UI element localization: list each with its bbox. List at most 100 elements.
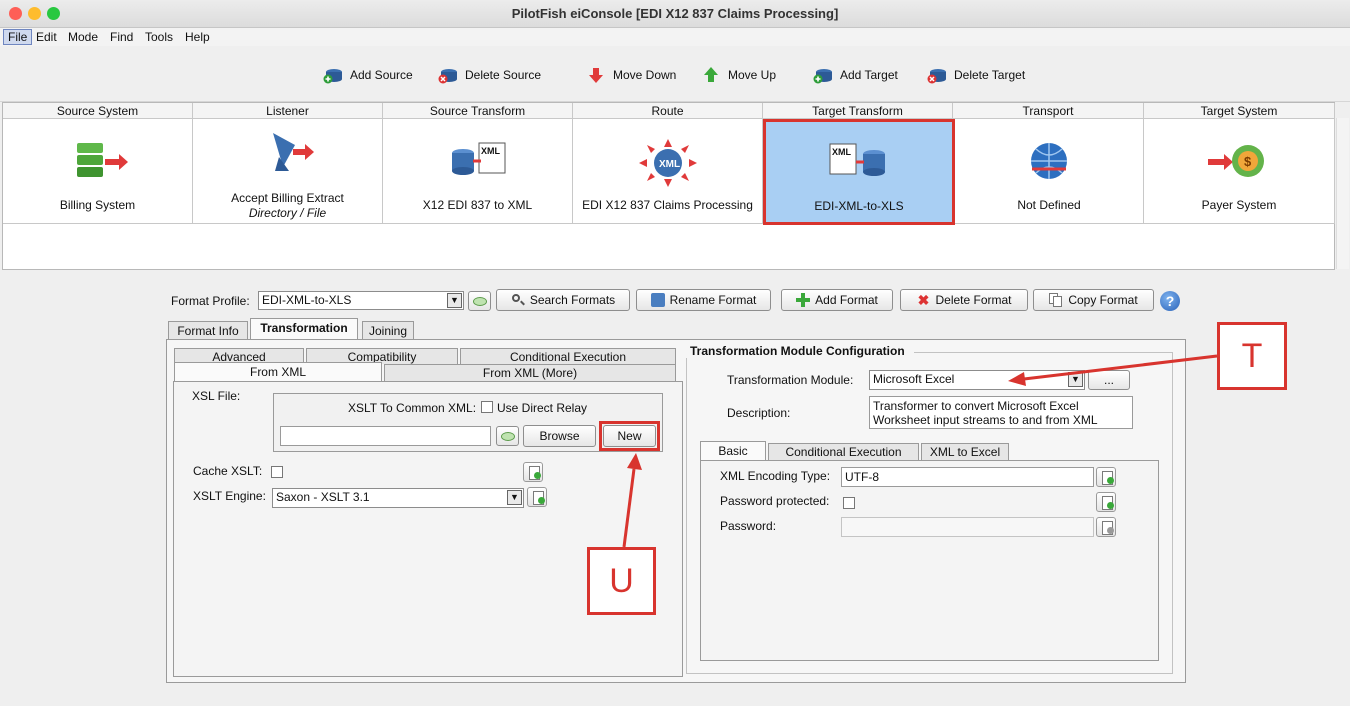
tab-from-xml-more[interactable]: From XML (More) xyxy=(384,364,676,381)
cell-source-system[interactable]: Billing System xyxy=(3,119,193,224)
direct-relay-checkbox[interactable] xyxy=(481,401,493,413)
eye-icon xyxy=(500,431,515,441)
cell-label: Billing System xyxy=(59,198,136,212)
cell-route[interactable]: XML EDI X12 837 Claims Processing xyxy=(573,119,763,224)
eye-icon xyxy=(472,296,487,306)
format-profile-value: EDI-XML-to-XLS xyxy=(262,293,352,307)
add-format-button[interactable]: Add Format xyxy=(781,289,893,311)
xslt-engine-select[interactable]: Saxon - XSLT 3.1 ▼ xyxy=(272,488,524,508)
menu-mode[interactable]: Mode xyxy=(64,29,102,45)
tab-basic[interactable]: Basic xyxy=(700,441,766,461)
menu-find[interactable]: Find xyxy=(106,29,137,45)
encoding-input[interactable]: UTF-8 xyxy=(841,467,1094,487)
tab-transformation[interactable]: Transformation xyxy=(250,318,358,340)
xml-transform-icon: XML xyxy=(451,142,505,175)
window-titlebar: PilotFish eiConsole [EDI X12 837 Claims … xyxy=(0,0,1350,28)
cell-source-transform[interactable]: XML X12 EDI 837 to XML xyxy=(383,119,573,224)
tab-from-xml[interactable]: From XML xyxy=(174,362,382,382)
add-property-icon[interactable] xyxy=(527,487,547,507)
view-format-button[interactable] xyxy=(468,291,491,311)
delete-target-button[interactable]: Delete Target xyxy=(926,64,1025,86)
column-header-route: Route xyxy=(573,103,763,119)
move-down-label: Move Down xyxy=(613,68,677,82)
delete-source-button[interactable]: Delete Source xyxy=(437,64,541,86)
move-up-label: Move Up xyxy=(728,68,777,82)
route-grid-scrollbar[interactable] xyxy=(1336,118,1349,269)
xslt-common-label: XSLT To Common XML: xyxy=(348,401,477,415)
svg-text:$: $ xyxy=(1244,154,1252,169)
menu-file[interactable]: File xyxy=(3,29,33,45)
cell-listener[interactable]: Accept Billing Extract Directory / File xyxy=(193,119,383,224)
format-profile-label: Format Profile: xyxy=(171,294,250,308)
route-grid: Source System Listener Source Transform … xyxy=(2,102,1335,270)
cache-xslt-label: Cache XSLT: xyxy=(193,464,263,478)
password-protected-checkbox[interactable] xyxy=(843,497,855,509)
delete-format-label: Delete Format xyxy=(935,293,1012,307)
menu-help[interactable]: Help xyxy=(181,29,214,45)
xml-badge: XML xyxy=(832,147,852,157)
menu-tools[interactable]: Tools xyxy=(141,29,177,45)
add-format-label: Add Format xyxy=(815,293,878,307)
cache-xslt-checkbox[interactable] xyxy=(271,466,283,478)
rename-icon xyxy=(650,293,665,307)
basic-tab-panel xyxy=(700,460,1159,661)
module-label: Transformation Module: xyxy=(727,373,854,387)
module-options-button[interactable]: ... xyxy=(1088,370,1130,390)
payer-icon: $ xyxy=(1208,145,1264,177)
cell-target-system[interactable]: $ Payer System xyxy=(1144,119,1335,224)
plus-icon xyxy=(796,293,811,307)
cell-label: Accept Billing Extract xyxy=(231,191,344,205)
move-up-button[interactable]: Move Up xyxy=(700,64,776,86)
help-icon[interactable]: ? xyxy=(1160,291,1180,311)
module-config-heading-text: Transformation Module Configuration xyxy=(690,344,905,358)
menu-edit[interactable]: Edit xyxy=(32,29,61,45)
add-source-button[interactable]: Add Source xyxy=(322,64,413,86)
search-formats-button[interactable]: Search Formats xyxy=(496,289,630,311)
xsl-file-label: XSL File: xyxy=(192,389,241,403)
add-target-button[interactable]: Add Target xyxy=(812,64,898,86)
tab-conditional-execution-right[interactable]: Conditional Execution xyxy=(768,443,919,461)
add-property-icon[interactable] xyxy=(1096,492,1116,512)
description-text: Transformer to convert Microsoft Excel W… xyxy=(869,396,1133,429)
tab-format-info[interactable]: Format Info xyxy=(168,321,248,340)
cell-label: X12 EDI 837 to XML xyxy=(422,198,533,212)
xslt-engine-value: Saxon - XSLT 3.1 xyxy=(276,490,370,504)
column-header-target-system: Target System xyxy=(1144,103,1335,119)
add-source-icon xyxy=(323,69,342,84)
xml-transform-icon: XML xyxy=(829,143,885,176)
rename-format-button[interactable]: Rename Format xyxy=(636,289,771,311)
cell-label: EDI-XML-to-XLS xyxy=(814,199,904,213)
column-header-source-system: Source System xyxy=(3,103,193,119)
add-property-icon[interactable] xyxy=(523,462,543,482)
cell-target-transform[interactable]: XML EDI-XML-to-XLS xyxy=(763,119,955,225)
delete-target-label: Delete Target xyxy=(954,68,1026,82)
cell-label: EDI X12 837 Claims Processing xyxy=(582,198,753,212)
window-title: PilotFish eiConsole [EDI X12 837 Claims … xyxy=(511,6,839,21)
copy-format-button[interactable]: Copy Format xyxy=(1033,289,1154,311)
tab-joining[interactable]: Joining xyxy=(362,321,414,340)
tab-conditional-execution-left[interactable]: Conditional Execution xyxy=(460,348,676,364)
xsl-file-input[interactable] xyxy=(280,426,491,446)
password-input[interactable] xyxy=(841,517,1094,537)
column-header-source-transform: Source Transform xyxy=(383,103,573,119)
add-property-icon[interactable] xyxy=(1096,467,1116,487)
toolbar: Add Source Delete Source Move Down Move … xyxy=(0,46,1350,102)
delete-format-button[interactable]: ✖ Delete Format xyxy=(900,289,1028,311)
move-down-button[interactable]: Move Down xyxy=(585,64,676,86)
new-button-highlight xyxy=(599,421,660,451)
xslt-engine-label: XSLT Engine: xyxy=(193,489,266,503)
browse-button[interactable]: Browse xyxy=(523,425,596,447)
annotation-u: U xyxy=(587,547,656,615)
description-label: Description: xyxy=(727,406,791,420)
format-profile-select[interactable]: EDI-XML-to-XLS ▼ xyxy=(258,291,464,310)
cell-label: Not Defined xyxy=(1017,198,1081,212)
chevron-down-icon[interactable]: ▼ xyxy=(1068,372,1083,387)
copy-icon xyxy=(1049,293,1063,307)
module-select[interactable]: Microsoft Excel ▼ xyxy=(869,370,1085,390)
view-xsl-button[interactable] xyxy=(496,426,519,446)
chevron-down-icon[interactable]: ▼ xyxy=(507,490,522,505)
cell-label: Payer System xyxy=(1201,198,1277,212)
chevron-down-icon[interactable]: ▼ xyxy=(447,293,462,308)
cell-transport[interactable]: Not Defined xyxy=(955,119,1144,224)
tab-xml-to-excel[interactable]: XML to Excel xyxy=(921,443,1009,461)
